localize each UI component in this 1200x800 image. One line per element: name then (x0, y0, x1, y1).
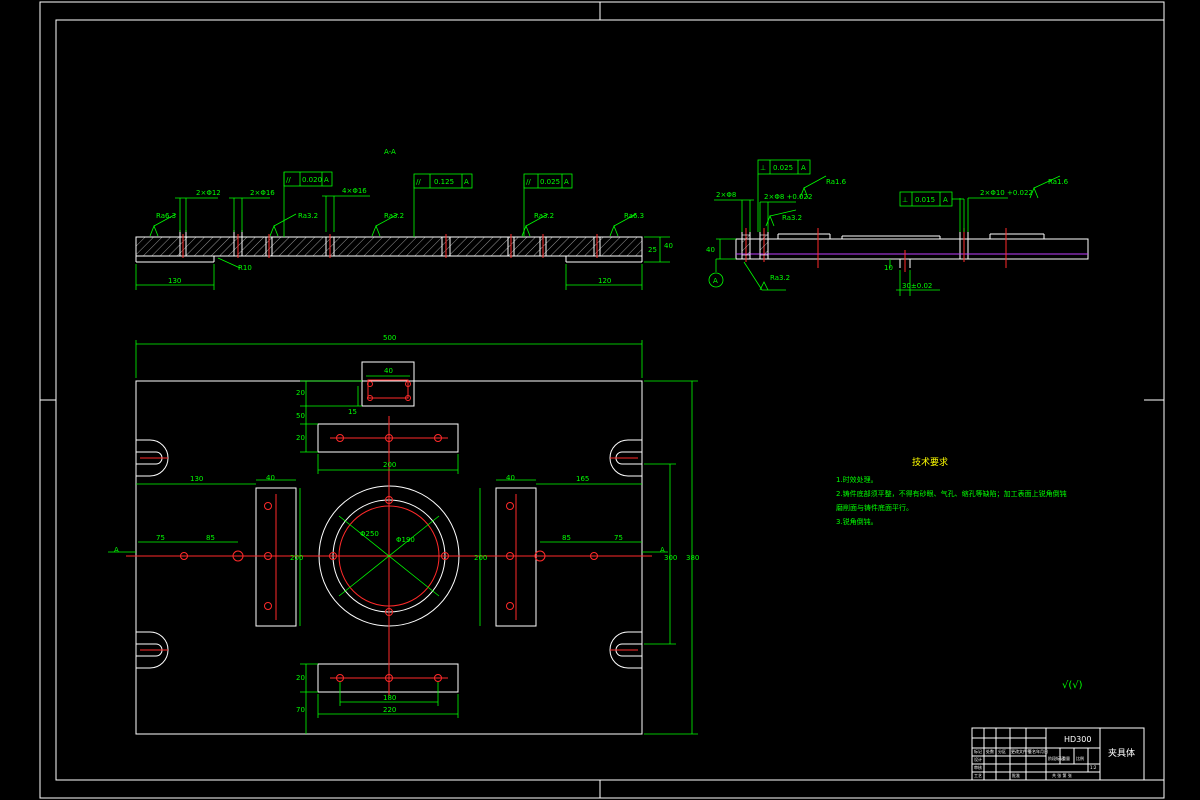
tol-3-datum: A (564, 178, 569, 186)
tol-r1-datum: A (801, 164, 806, 172)
tb-cell-6: 年月日 (1036, 748, 1048, 754)
tol-3-symbol: // (526, 178, 531, 186)
callout-left-3: 4×Φ16 (342, 187, 367, 195)
section-mark-left: A (114, 546, 119, 554)
roughness-1: Ra6.3 (156, 212, 176, 220)
dim-circle-d1: Φ250 (360, 530, 379, 538)
plan-view: 500 380 300 40 20 50 15 200 20 180 220 2… (108, 334, 699, 735)
dim-left-strip-w: 40 (266, 474, 275, 482)
technical-requirements: 技术要求 1.时效处理。 2.铸件底部须平整，不得有砂眼、气孔、缩孔等缺陷；加工… (836, 456, 1083, 691)
tech-req-item-1: 1.时效处理。 (836, 475, 878, 484)
dim-right-strip-offset: 165 (576, 475, 589, 483)
roughness-r1: Ra1.6 (826, 178, 847, 186)
tech-req-title: 技术要求 (912, 456, 948, 468)
section-view-right: ⊥ 0.025 A ⊥ 0.015 A 2×Φ8 2×Φ8 +0.022 2×Φ… (706, 159, 1089, 296)
tol-r2-symbol: ⊥ (902, 196, 908, 204)
tb-cell-13: 比例 (1076, 755, 1084, 761)
tb-cell-9: 工艺 (974, 773, 982, 778)
dim-bottom-strip-w2: 220 (383, 706, 396, 714)
tol-r1-value: 0.025 (773, 164, 793, 172)
callout-r1: 2×Φ8 (716, 191, 736, 199)
datum-label: A (713, 277, 718, 285)
section-view-left: A-A 2×Φ12 2×Φ16 4×Φ16 // 0.020 A // 0.12… (135, 148, 673, 290)
tb-cell-5: 签名 (1028, 748, 1036, 754)
dim-right-len: 120 (598, 277, 611, 285)
section-mark-right: A (660, 546, 665, 554)
dim-recess: R10 (238, 264, 252, 272)
tb-cell-10: 批准 (1012, 772, 1020, 778)
cad-drawing: A-A 2×Φ12 2×Φ16 4×Φ16 // 0.020 A // 0.12… (39, 1, 1165, 799)
roughness-5: Ra6.3 (624, 212, 644, 220)
roughness-3: Ra3.2 (384, 212, 404, 220)
tb-cell-12: 重量 (1062, 755, 1070, 761)
tol-r2-value: 0.015 (915, 196, 935, 204)
tb-cell-1: 标记 (974, 748, 982, 754)
dim-hole-3: 85 (562, 534, 571, 542)
dim-bottom-strip-h2: 70 (296, 706, 305, 714)
tech-req-item-3: 磨削面与铸件底面平行。 (836, 503, 913, 512)
dim-r-h: 40 (706, 246, 715, 254)
tb-cell-3: 分区 (998, 748, 1006, 754)
dim-bottom-strip-w1: 180 (383, 694, 396, 702)
tol-r1-symbol: ⊥ (760, 164, 766, 172)
tb-cell-8: 审核 (974, 764, 982, 770)
sheet-border (39, 1, 1165, 799)
tech-req-item-4: 3.锐角倒钝。 (836, 517, 878, 526)
dim-hole-4: 75 (614, 534, 623, 542)
tol-1-datum: A (324, 176, 329, 184)
tol-1-symbol: // (286, 176, 291, 184)
dim-overall-height: 380 (686, 554, 699, 562)
dim-top-block-h1: 20 (296, 389, 305, 397)
tech-req-item-2: 2.铸件底部须平整，不得有砂眼、气孔、缩孔等缺陷；加工表面上锐角倒钝 (836, 489, 1067, 498)
callout-r3: 2×Φ10 +0.022 (980, 189, 1033, 197)
title-code: HD300 (1064, 735, 1091, 744)
roughness-note: √(√) (1062, 680, 1083, 691)
dim-left-strip-offset: 130 (190, 475, 203, 483)
dim-top-strip-w: 200 (383, 461, 396, 469)
dim-right-strip-h: 200 (474, 554, 487, 562)
tol-3-value: 0.025 (540, 178, 560, 186)
dim-top-strip-h: 20 (296, 434, 305, 442)
tb-cell-14: 1:2 (1090, 765, 1097, 770)
dim-top-block-h2: 50 (296, 412, 305, 420)
dim-hole-1: 75 (156, 534, 165, 542)
dim-r-d: 10 (884, 264, 893, 272)
dim-top-block-h3: 15 (348, 408, 357, 416)
tol-2-symbol: // (416, 178, 421, 186)
tol-1-value: 0.020 (302, 176, 322, 184)
dim-left-len: 130 (168, 277, 181, 285)
dim-inner-height: 300 (664, 554, 677, 562)
dim-right-strip-w: 40 (506, 474, 515, 482)
tb-cell-2: 处数 (986, 748, 994, 754)
dim-h2: 40 (664, 242, 673, 250)
title-name: 夹具体 (1108, 747, 1135, 759)
roughness-r2: Ra3.2 (782, 214, 802, 222)
tol-2-datum: A (464, 178, 469, 186)
roughness-4: Ra3.2 (534, 212, 554, 220)
roughness-r4: Ra3.2 (770, 274, 790, 282)
dim-top-block-w: 40 (384, 367, 393, 375)
tol-r2-datum: A (943, 196, 948, 204)
roughness-2: Ra3.2 (298, 212, 318, 220)
dim-bottom-strip-h1: 20 (296, 674, 305, 682)
callout-left-1: 2×Φ12 (196, 189, 221, 197)
callout-r2: 2×Φ8 +0.022 (764, 193, 812, 201)
roughness-r3: Ra1.6 (1048, 178, 1069, 186)
dim-circle-d2: Φ190 (396, 536, 415, 544)
dim-left-strip-h: 200 (290, 554, 303, 562)
tb-cell-15: 共 张 第 张 (1052, 772, 1072, 778)
callout-left-2: 2×Φ16 (250, 189, 275, 197)
title-block: HD300 夹具体 标记 处数 分区 更改文件号 签名 年月日 设计 审核 工艺… (971, 727, 1145, 781)
dim-overall-width: 500 (383, 334, 396, 342)
tb-cell-7: 设计 (974, 756, 982, 762)
dim-r-depth: 30±0.02 (902, 282, 932, 290)
dim-hole-2: 85 (206, 534, 215, 542)
tol-2-value: 0.125 (434, 178, 454, 186)
section-title: A-A (384, 148, 396, 156)
dim-h1: 25 (648, 246, 657, 254)
